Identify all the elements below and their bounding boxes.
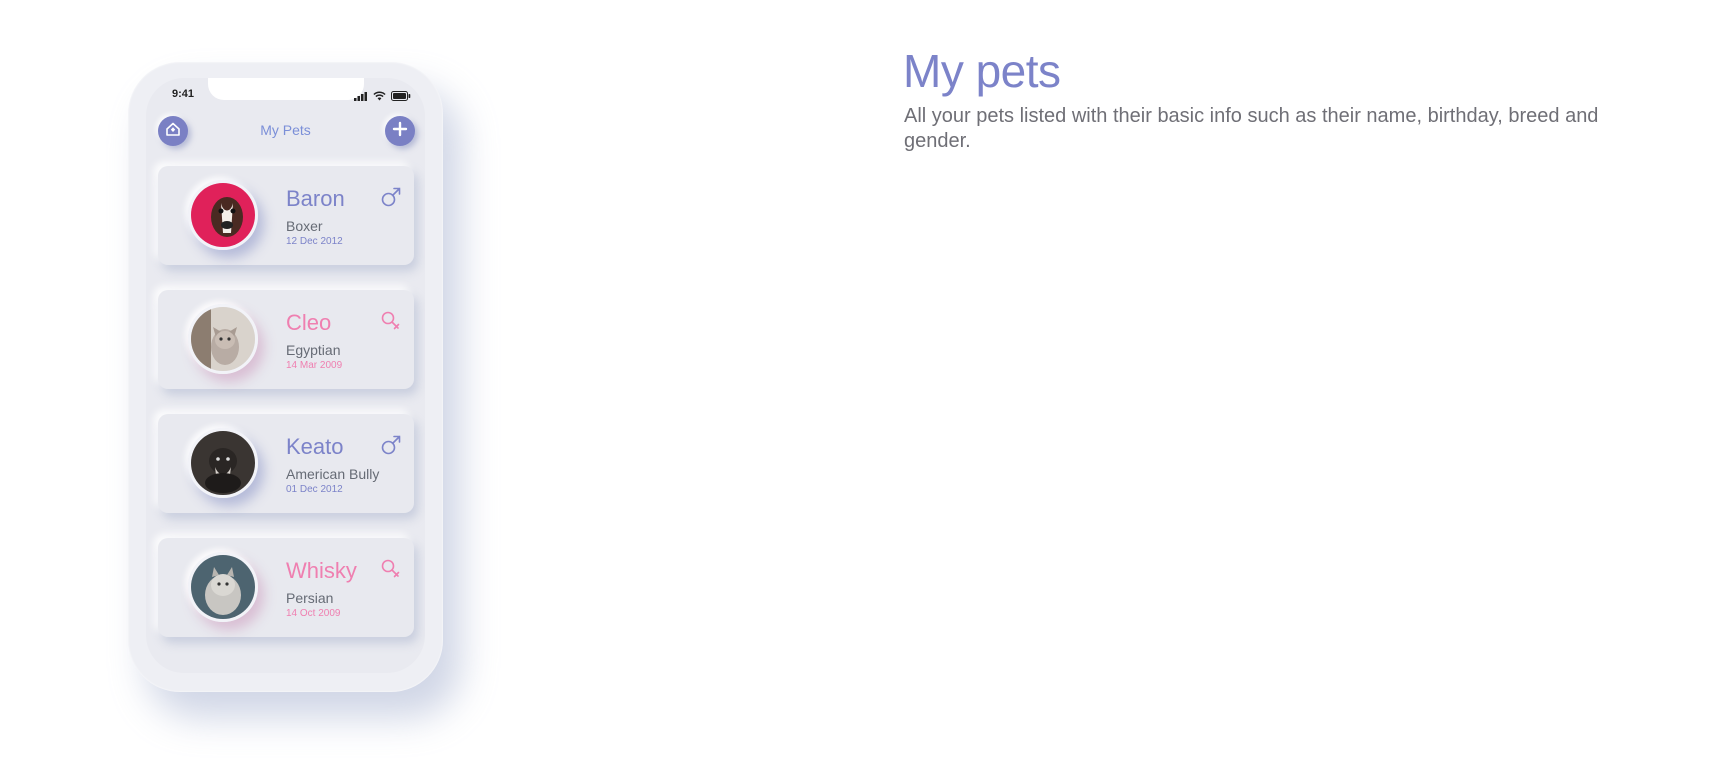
pet-name: Cleo [286,310,332,335]
pet-avatar [188,552,258,622]
page-description: All your pets listed with their basic in… [904,105,1599,152]
pet-breed: Boxer [286,218,323,234]
pet-card[interactable]: Baron Boxer 12 Dec 2012 [158,166,414,265]
pet-avatar [188,180,258,250]
pet-birthday: 01 Dec 2012 [286,484,343,495]
female-icon [380,558,402,580]
pet-birthday: 14 Oct 2009 [286,608,341,619]
pet-name: Baron [286,186,345,211]
pet-birthday: 14 Mar 2009 [286,360,343,371]
status-time: 9:41 [172,88,195,100]
phone-mockup: 9:41 My Pets Baron Boxer 12 Dec 2012 Cle… [128,62,443,692]
pet-breed: Egyptian [286,342,341,358]
plus-icon [392,121,408,142]
pet-name: Whisky [286,558,357,583]
pet-card[interactable]: Cleo Egyptian 14 Mar 2009 [158,290,414,389]
male-icon [380,434,402,456]
phone-notch [208,78,364,100]
male-icon [380,186,402,208]
page-title: My pets [903,45,1061,97]
app-header: My Pets [146,112,425,148]
pet-card[interactable]: Keato American Bully 01 Dec 2012 [158,414,414,513]
status-icons [354,88,411,106]
battery-icon [391,88,411,106]
add-pet-button[interactable] [385,116,415,146]
pet-avatar [188,428,258,498]
pet-avatar [188,304,258,374]
wifi-icon [373,88,386,106]
pet-breed: Persian [286,590,334,606]
pet-breed: American Bully [286,466,380,482]
phone-screen: 9:41 My Pets Baron Boxer 12 Dec 2012 Cle… [146,78,425,673]
signal-icon [354,88,368,106]
pet-card[interactable]: Whisky Persian 14 Oct 2009 [158,538,414,637]
header-title: My Pets [260,122,311,138]
female-icon [380,310,402,332]
pet-birthday: 12 Dec 2012 [286,236,343,247]
pet-name: Keato [286,434,344,459]
